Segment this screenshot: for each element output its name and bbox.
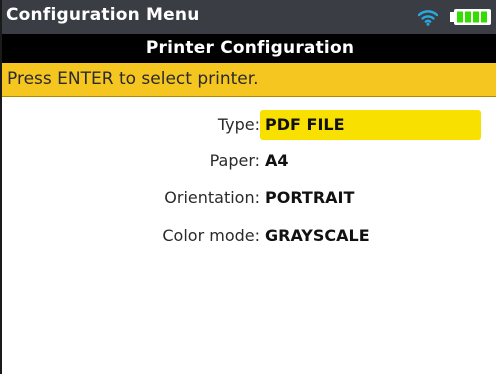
page-title-bar: Printer Configuration: [2, 34, 496, 63]
setting-row-type[interactable]: Type: PDF FILE: [2, 110, 496, 140]
setting-label-type: Type:: [217, 115, 260, 134]
setting-value-type[interactable]: PDF FILE: [260, 110, 481, 140]
hint-text: Press ENTER to select printer.: [7, 69, 259, 89]
setting-row-color-mode[interactable]: Color mode: GRAYSCALE: [2, 221, 496, 251]
page-title: Printer Configuration: [145, 38, 355, 58]
setting-row-paper[interactable]: Paper: A4: [2, 146, 496, 176]
setting-value-paper[interactable]: A4: [265, 151, 289, 170]
setting-value-color-mode[interactable]: GRAYSCALE: [265, 226, 370, 245]
setting-row-orientation[interactable]: Orientation: PORTRAIT: [2, 183, 496, 213]
setting-label-orientation: Orientation:: [164, 188, 260, 207]
wifi-icon: [418, 10, 438, 26]
menu-title: Configuration Menu: [6, 5, 200, 25]
setting-label-color-mode: Color mode:: [162, 226, 260, 245]
setting-label-paper: Paper:: [209, 151, 260, 170]
hint-bar: Press ENTER to select printer.: [2, 63, 496, 97]
battery-full-icon: [450, 9, 491, 25]
status-bar: Configuration Menu: [2, 0, 496, 34]
setting-value-orientation[interactable]: PORTRAIT: [265, 188, 354, 207]
device-screen: Configuration Menu Printer Configuration…: [0, 0, 496, 374]
